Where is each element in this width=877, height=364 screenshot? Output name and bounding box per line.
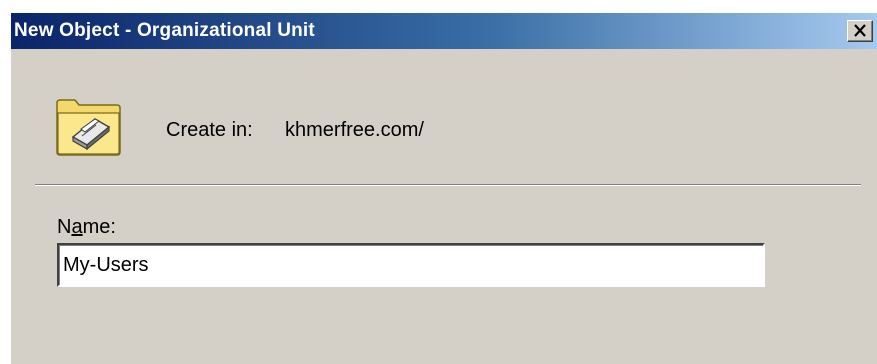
new-object-dialog: New Object - Organizational Unit Create … (10, 12, 877, 364)
separator-line (35, 184, 861, 186)
name-input[interactable] (57, 243, 765, 287)
title-bar[interactable]: New Object - Organizational Unit (11, 13, 877, 49)
create-in-label: Create in: (166, 119, 253, 141)
close-button[interactable] (847, 20, 873, 42)
name-label-accelerator: a (71, 216, 83, 238)
name-label: Name: (57, 216, 116, 239)
organizational-unit-folder-icon (55, 97, 123, 157)
name-label-suffix: me: (82, 216, 116, 238)
create-in-path: khmerfree.com/ (285, 119, 424, 141)
close-icon (854, 24, 866, 37)
name-label-prefix: N (57, 216, 72, 238)
dialog-title: New Object - Organizational Unit (14, 20, 315, 41)
